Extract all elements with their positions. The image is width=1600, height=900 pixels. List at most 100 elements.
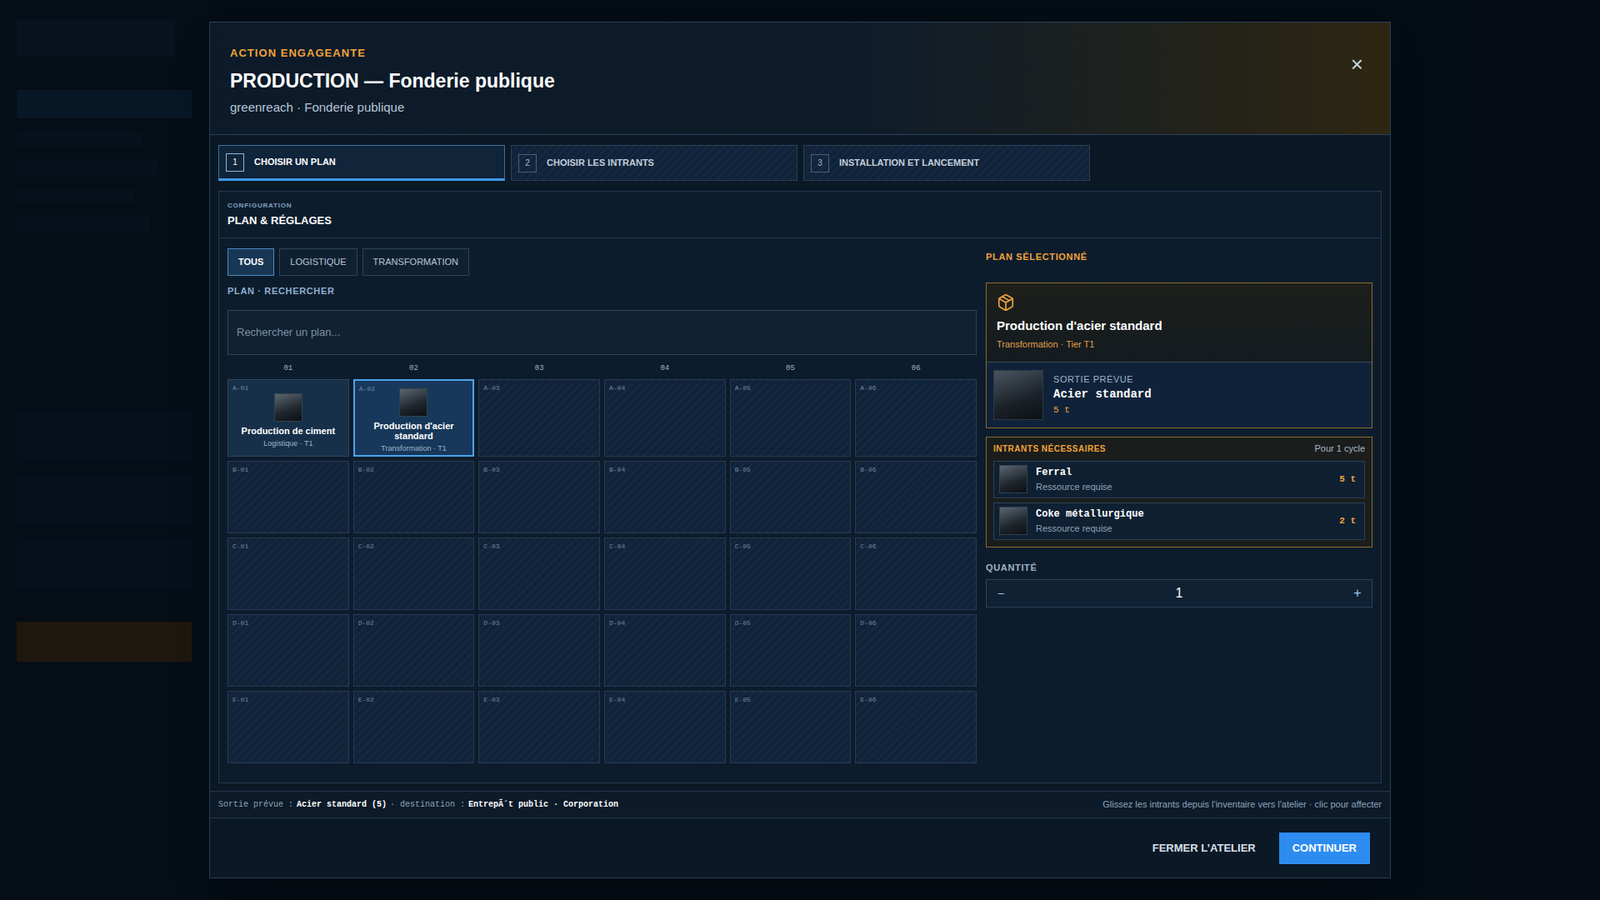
plan-slot[interactable]: C-02 xyxy=(353,537,475,610)
slot-id: D-05 xyxy=(735,618,751,629)
plan-slot[interactable]: D-05 xyxy=(730,614,852,687)
plan-slot[interactable]: A-04 xyxy=(604,379,726,457)
input-name: Coke métallurgique xyxy=(1035,506,1331,522)
modal-subtitle: greenreach · Fonderie publique xyxy=(230,98,555,118)
selected-plan-panel: PLAN SÉLECTIONNÉ Production d'acier stand… xyxy=(985,248,1373,764)
input-name: Ferral xyxy=(1035,465,1331,480)
filter-tab[interactable]: LOGISTIQUE xyxy=(279,248,357,276)
plan-slot[interactable]: B-05 xyxy=(730,460,852,534)
plan-slot[interactable]: A-02Production d'acier standardTransform… xyxy=(353,379,475,457)
quantity-value[interactable]: 1 xyxy=(1015,583,1344,604)
increment-button[interactable]: + xyxy=(1343,583,1372,604)
plan-slot[interactable]: C-03 xyxy=(478,537,600,610)
plan-slot[interactable]: E-01 xyxy=(227,690,350,764)
close-workshop-button[interactable]: FERMER L’ATELIER xyxy=(1149,832,1260,865)
plan-slot[interactable]: D-01 xyxy=(227,614,350,687)
plan-slot[interactable]: A-05 xyxy=(730,379,852,457)
close-button[interactable]: × xyxy=(1344,53,1370,75)
slot-id: E-06 xyxy=(860,695,876,705)
plan-thumbnail xyxy=(999,506,1028,535)
plan-slot[interactable]: B-02 xyxy=(353,460,475,534)
plan-slot[interactable]: A-03 xyxy=(478,379,600,457)
plan-slot[interactable]: D-04 xyxy=(604,614,726,687)
status-part: Sortie prévue :Acier standard (5) xyxy=(218,798,387,811)
slot-id: C-05 xyxy=(735,541,751,552)
modal-header: ACTION ENGAGEANTEPRODUCTION — Fonderie p… xyxy=(210,22,1390,135)
step-label: CHOISIR UN PLAN xyxy=(254,155,336,170)
status-hint: Glissez les intrants depuis l'inventaire… xyxy=(1102,797,1382,812)
slot-id: A-06 xyxy=(860,383,876,394)
selected-plan-heading: PLAN SÉLECTIONNÉ xyxy=(985,250,1373,265)
plan-slot[interactable]: A-06 xyxy=(855,379,977,457)
step-tab[interactable]: 3INSTALLATION ET LANCEMENT xyxy=(803,145,1090,181)
slot-name: Production de ciment xyxy=(241,425,335,437)
grid-row: D-01 D-02 D-03 D-04 D-05 D-06 xyxy=(227,614,977,687)
plan-slot[interactable]: B-03 xyxy=(478,460,600,534)
input-item[interactable]: Coke métallurgiqueRessource requise2 t xyxy=(993,502,1365,540)
plan-slot[interactable]: B-01 xyxy=(227,460,350,534)
grid-row: A-01Production de cimentLogistique · T1A… xyxy=(227,379,977,457)
plan-name: Production d'acier standard xyxy=(996,316,1362,336)
continue-button[interactable]: CONTINUER xyxy=(1279,832,1370,865)
slot-id: C-04 xyxy=(609,541,625,552)
plan-slot[interactable]: B-04 xyxy=(604,460,726,534)
plan-slot[interactable]: E-02 xyxy=(353,690,475,764)
step-tab[interactable]: 2CHOISIR LES INTRANTS xyxy=(510,145,798,181)
plan-slot[interactable]: D-02 xyxy=(353,614,475,687)
plan-slot[interactable]: C-01 xyxy=(227,537,350,610)
quantity-label: QUANTITÉ xyxy=(985,560,1373,575)
slot-id: B-05 xyxy=(735,465,751,475)
plan-slot[interactable]: E-04 xyxy=(604,690,726,764)
config-panel: CONFIGURATIONPLAN & RÉGLAGESTOUSLOGISTIQ… xyxy=(218,190,1382,784)
plan-slot[interactable]: A-01 Production de cimentLogistique · T1 xyxy=(227,379,350,457)
plan-slot[interactable]: E-06 xyxy=(855,690,977,764)
slot-id: D-03 xyxy=(483,618,500,629)
plan-slot[interactable]: D-03 xyxy=(478,614,600,687)
inputs-box: INTRANTS NÉCESSAIRESPour 1 cycleFerralRe… xyxy=(985,436,1373,548)
input-item[interactable]: FerralRessource requise5 t xyxy=(993,460,1365,499)
slot-id: C-02 xyxy=(358,541,375,552)
slot-id: B-04 xyxy=(609,465,625,475)
column-header: 04 xyxy=(604,363,726,375)
slot-id: A-02 xyxy=(359,384,375,395)
step-tab[interactable]: 1 CHOISIR UN PLAN xyxy=(218,145,505,181)
search-input[interactable] xyxy=(227,310,977,355)
plan-browser: TOUSLOGISTIQUETRANSFORMATIONPLAN · RECHE… xyxy=(227,248,977,764)
filter-tab[interactable]: TRANSFORMATION xyxy=(362,248,470,276)
selected-plan-card: Production d'acier standardTransformatio… xyxy=(985,282,1373,429)
slot-id: D-02 xyxy=(358,618,375,629)
slot-id: B-02 xyxy=(358,465,375,475)
plan-thumbnail xyxy=(993,370,1044,420)
slot-id: D-01 xyxy=(232,618,249,629)
plan-slot[interactable]: E-05 xyxy=(730,690,852,764)
inputs-heading: INTRANTS NÉCESSAIRES xyxy=(993,442,1106,455)
plan-slot[interactable]: E-03 xyxy=(478,690,600,764)
slot-name: Production d'acier standard xyxy=(358,420,470,442)
plan-slot[interactable]: C-06 xyxy=(855,537,977,610)
modal-actions: FERMER L’ATELIER CONTINUER xyxy=(210,818,1390,878)
column-header: 05 xyxy=(730,363,852,375)
slot-id: A-01 xyxy=(232,383,249,394)
grid-row: B-01 B-02 B-03 B-04 B-05 B-06 xyxy=(227,460,977,534)
plan-meta: Transformation · Tier T1 xyxy=(996,337,1362,352)
modal-eyebrow: ACTION ENGAGEANTE xyxy=(230,45,555,62)
plan-thumbnail xyxy=(399,388,428,417)
filter-tab[interactable]: TOUS xyxy=(227,248,275,276)
output-qty: 5 t xyxy=(1053,403,1152,418)
plan-slot[interactable]: C-04 xyxy=(604,537,726,610)
package-icon xyxy=(996,293,1015,312)
step-number: 1 xyxy=(225,153,245,172)
panel-eyebrow: CONFIGURATION xyxy=(227,200,1373,211)
slot-meta: Logistique · T1 xyxy=(263,438,313,450)
output-label: SORTIE PRÉVUE xyxy=(1053,372,1152,387)
slot-id: A-03 xyxy=(483,383,500,394)
status-bar: Sortie prévue :Acier standard (5)· desti… xyxy=(210,790,1390,819)
decrement-button[interactable]: − xyxy=(986,585,1015,603)
plan-slot[interactable]: D-06 xyxy=(855,614,977,687)
slot-id: B-03 xyxy=(483,465,500,475)
plan-slot[interactable]: C-05 xyxy=(730,537,852,610)
slot-id: A-05 xyxy=(735,383,751,394)
column-header: 01 xyxy=(227,363,350,375)
slot-id: A-04 xyxy=(609,383,625,394)
plan-slot[interactable]: B-06 xyxy=(855,460,977,534)
